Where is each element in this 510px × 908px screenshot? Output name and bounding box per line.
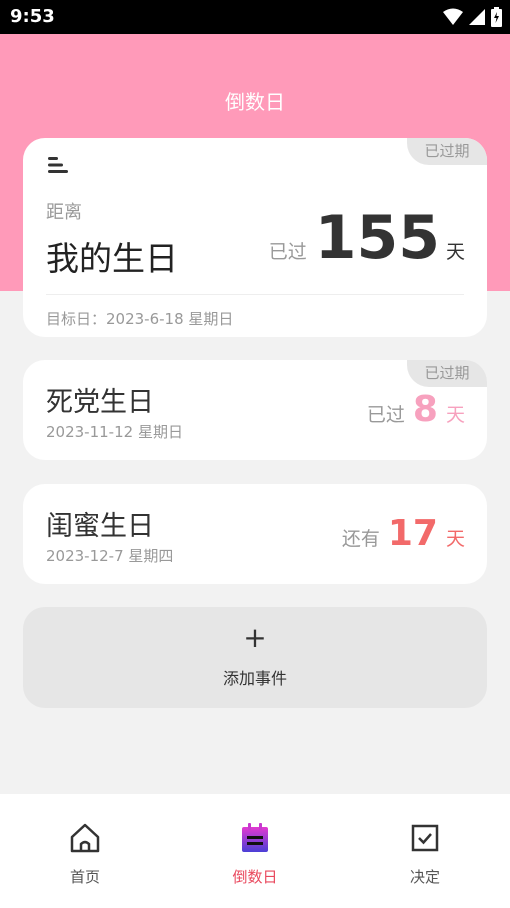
event-name: 死党生日	[46, 387, 154, 418]
main-count-prefix: 已过	[268, 241, 307, 263]
nav-item-decide[interactable]: 决定	[340, 794, 510, 908]
event-date: 2023-12-7 星期四	[46, 547, 174, 565]
wifi-icon	[443, 8, 463, 25]
event-count-unit: 天	[445, 528, 465, 550]
event-name: 闺蜜生日	[46, 511, 154, 542]
bottom-nav: 首页 倒数日 决定	[0, 794, 510, 908]
main-subtitle: 距离	[46, 202, 82, 223]
add-event-button[interactable]: + 添加事件	[23, 607, 487, 708]
main-count-unit: 天	[445, 241, 465, 263]
menu-icon[interactable]	[48, 157, 70, 173]
nav-label-home: 首页	[69, 868, 100, 886]
battery-icon	[491, 7, 502, 27]
add-event-label: 添加事件	[222, 669, 287, 688]
event-day-count: 已过 8 天	[367, 390, 465, 430]
event-count-number: 8	[412, 389, 438, 430]
home-icon	[70, 823, 100, 853]
event-day-count: 还有 17 天	[342, 514, 465, 554]
event-count-number: 17	[387, 513, 438, 554]
event-card[interactable]: 已过期 死党生日 2023-11-12 星期日 已过 8 天	[23, 360, 487, 460]
main-count-number: 155	[314, 203, 440, 273]
event-count-prefix: 还有	[341, 528, 380, 550]
main-target-date: 目标日：2023-6-18 星期日	[46, 310, 234, 328]
nav-item-home[interactable]: 首页	[0, 794, 170, 908]
signal-icon	[469, 9, 485, 25]
page-title: 倒数日	[225, 90, 285, 114]
nav-label-countdown: 倒数日	[232, 868, 278, 886]
status-icons	[443, 7, 502, 27]
plus-icon: +	[243, 621, 267, 654]
event-card[interactable]: 闺蜜生日 2023-12-7 星期四 还有 17 天	[23, 484, 487, 584]
event-count-prefix: 已过	[366, 404, 405, 426]
event-date: 2023-11-12 星期日	[46, 423, 183, 441]
expired-tag: 已过期	[407, 138, 487, 165]
main-event-name: 我的生日	[46, 239, 178, 278]
nav-label-decide: 决定	[409, 868, 440, 886]
calendar-icon	[242, 823, 268, 852]
expired-tag: 已过期	[407, 360, 487, 387]
nav-item-countdown[interactable]: 倒数日	[170, 794, 340, 908]
main-countdown-card[interactable]: 已过期 距离 我的生日 已过 155 天 目标日：2023-6-18 星期日	[23, 138, 487, 337]
main-day-count: 已过 155 天	[269, 202, 465, 274]
divider	[46, 294, 464, 295]
status-time: 9:53	[10, 6, 55, 27]
checkbox-icon	[411, 824, 439, 852]
event-count-unit: 天	[445, 404, 465, 426]
status-bar: 9:53	[0, 0, 510, 34]
